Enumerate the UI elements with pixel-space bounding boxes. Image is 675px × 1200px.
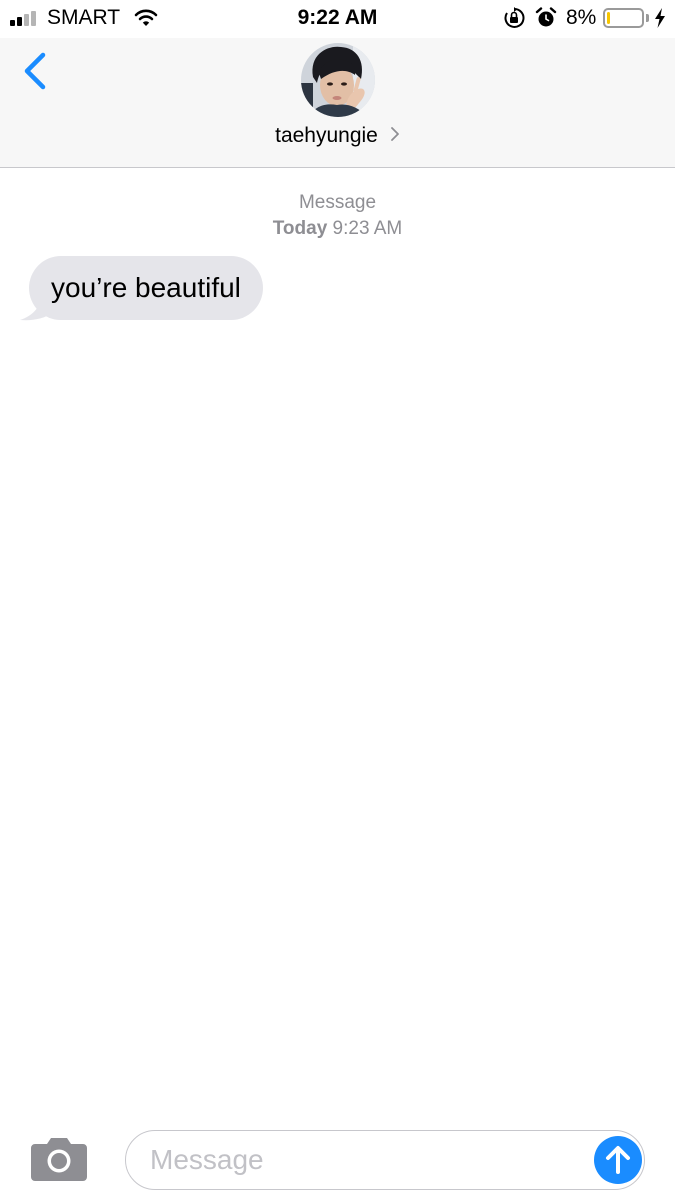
time-label: 9:23 AM [332,218,403,239]
message-input[interactable] [150,1131,580,1188]
contact-avatar[interactable] [301,43,375,117]
battery-percentage: 8% [566,6,597,29]
conversation-header: taehyungie [0,38,675,168]
date-time-label: Today 9:23 AM [0,216,675,242]
battery-level [607,12,610,24]
message-field[interactable] [125,1130,645,1190]
battery-cap [646,14,649,22]
service-label: Message [298,192,377,213]
day-label: Today [272,218,328,239]
camera-button[interactable] [30,1136,88,1182]
orientation-lock-icon [503,7,525,34]
contact-name: taehyungie [275,124,378,147]
conversation-timestamp: Message Today 9:23 AM [0,190,675,242]
camera-icon [31,1138,87,1181]
alarm-icon [535,7,557,34]
contact-details-link[interactable]: taehyungie [0,124,675,148]
arrow-up-icon [606,1146,630,1174]
chevron-left-icon [24,52,46,90]
received-message-bubble[interactable]: you’re beautiful [29,256,263,320]
message-text: you’re beautiful [51,272,241,303]
charging-bolt-icon [654,8,666,33]
status-bar: SMART 9:22 AM 8% [0,0,675,38]
send-button[interactable] [594,1136,642,1184]
back-button[interactable] [16,50,60,94]
chevron-right-icon [390,126,400,147]
battery-icon [603,8,644,28]
